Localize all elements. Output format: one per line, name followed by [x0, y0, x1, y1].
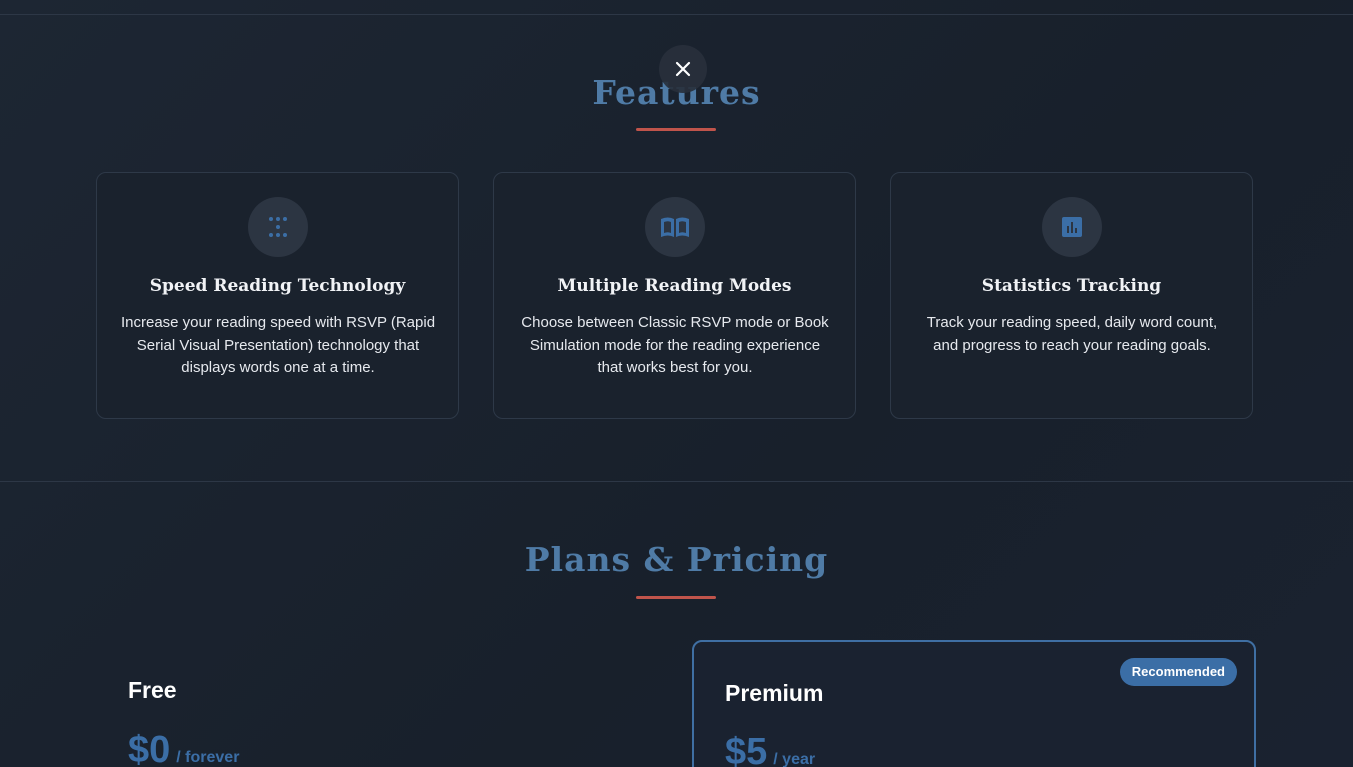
plan-card-free[interactable]: Free $0 / forever [96, 640, 660, 767]
bar-chart-icon [1062, 217, 1082, 237]
close-icon [675, 61, 691, 77]
feature-card-description: Choose between Classic RSVP mode or Book… [521, 314, 829, 376]
feature-icon-container [1042, 197, 1102, 257]
plan-name: Free [128, 677, 177, 703]
page: Features Speed Reading Technology Increa… [0, 0, 1353, 767]
plan-card-premium[interactable]: Recommended Premium $5 / year [692, 640, 1256, 767]
plan-price: $0 [128, 729, 171, 767]
section-divider [0, 481, 1353, 482]
feature-card-statistics: Statistics Tracking Track your reading s… [890, 172, 1253, 419]
plan-price-row: $0 / forever [128, 729, 239, 767]
close-button[interactable] [659, 45, 707, 93]
feature-card-description: Track your reading speed, daily word cou… [926, 314, 1218, 354]
pricing-title-underline [636, 596, 716, 599]
feature-card-title: Statistics Tracking [981, 276, 1162, 296]
features-title-underline [636, 128, 716, 131]
feature-icon-container [645, 197, 705, 257]
feature-card-title: Speed Reading Technology [149, 276, 406, 296]
feature-card-reading-modes: Multiple Reading Modes Choose between Cl… [493, 172, 856, 419]
feature-card-description: Increase your reading speed with RSVP (R… [120, 314, 436, 376]
recommended-badge: Recommended [1119, 658, 1237, 686]
feature-icon-container [248, 197, 308, 257]
feature-card-speed-reading: Speed Reading Technology Increase your r… [96, 172, 459, 419]
pricing-title: Plans & Pricing [524, 540, 829, 579]
plan-name: Premium [725, 680, 824, 706]
top-divider [0, 14, 1353, 15]
grid-dots-icon [269, 217, 287, 237]
plan-price-row: $5 / year [725, 731, 815, 767]
book-open-icon [661, 217, 689, 237]
feature-card-title: Multiple Reading Modes [557, 276, 792, 296]
plan-period: / forever [176, 749, 240, 766]
plan-period: / year [773, 751, 816, 767]
plan-price: $5 [725, 731, 768, 767]
